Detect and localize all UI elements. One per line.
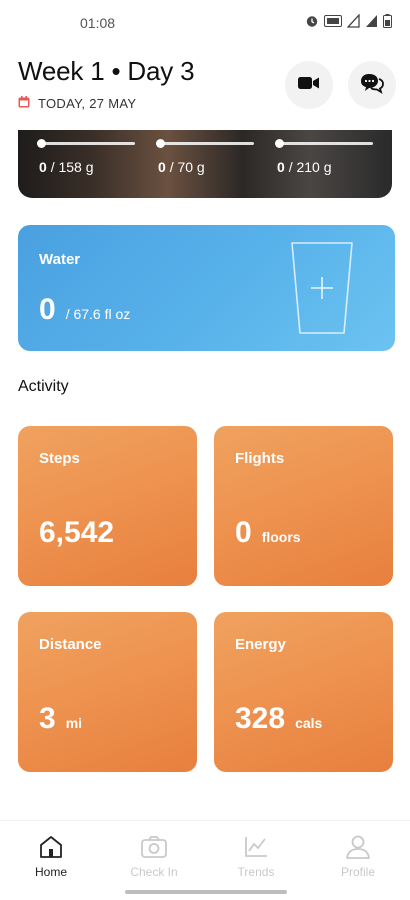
macro-value: 0 / 210 g [277,159,373,175]
macros-card[interactable]: 0 / 158 g 0 / 70 g 0 / 210 g [18,130,392,198]
nav-home[interactable]: Home [15,833,87,879]
nav-trends[interactable]: Trends [220,833,292,879]
macro-progress: 0 / 158 g [37,139,135,175]
tile-value: 0 [235,516,252,549]
alarm-icon [305,14,319,28]
water-target: / 67.6 fl oz [65,306,131,322]
signal-icon [365,14,378,28]
macro-progress: 0 / 70 g [156,139,254,175]
water-amount: 0 / 67.6 fl oz [39,293,130,327]
nav-label: Check In [130,865,178,879]
macro-value: 0 / 70 g [158,159,254,175]
macro-progress-bar [275,139,373,148]
flights-tile[interactable]: Flights 0 floors [214,426,393,586]
macro-current: 0 [277,159,285,175]
nav-label: Home [34,865,67,879]
current-date: TODAY, 27 MAY [38,96,137,111]
tile-unit: cals [295,715,323,731]
water-label: Water [39,251,81,268]
volte-icon [324,14,342,28]
signal-icon [346,13,360,28]
nav-profile[interactable]: Profile [322,833,394,879]
tile-reading: 0 floors [235,516,301,550]
page-title: Week 1 • Day 3 [18,56,195,86]
macro-progress-bar [156,139,254,148]
home-indicator [125,890,287,894]
nav-check-in[interactable]: Check In [118,833,190,879]
tile-label: Energy [235,636,286,653]
video-call-button[interactable] [285,61,333,109]
bottom-nav: Home Check In Trends Profile [0,820,410,900]
macro-target: / 158 g [50,159,94,175]
tile-label: Distance [39,636,102,653]
chat-bubbles-icon [360,72,384,99]
tile-value: 3 [39,702,56,735]
tile-label: Flights [235,450,285,467]
status-icons [305,13,392,28]
camera-icon [118,833,190,861]
macro-progress-bar [37,139,135,148]
person-icon [322,833,394,861]
trend-chart-icon [220,833,292,861]
video-camera-icon [298,75,320,96]
calendar-icon [18,96,30,111]
macro-target: / 70 g [169,159,205,175]
water-current: 0 [39,293,56,326]
tile-value: 328 [235,702,286,735]
tile-reading: 3 mi [39,702,82,736]
macro-current: 0 [39,159,47,175]
status-bar: 01:08 [0,0,410,44]
chat-button[interactable] [348,61,396,109]
nav-label: Trends [237,865,275,879]
home-icon [15,833,87,861]
tile-unit: floors [261,529,301,545]
battery-icon [383,14,392,28]
macro-current: 0 [158,159,166,175]
header: Week 1 • Day 3 TODAY, 27 MAY [18,56,396,120]
cup-icon [291,242,353,334]
tile-unit: mi [65,715,83,731]
tile-reading: 6,542 [39,516,124,550]
plus-icon [311,277,333,299]
macro-progress: 0 / 210 g [275,139,373,175]
activity-title: Activity [18,378,69,395]
tile-value: 6,542 [39,516,115,549]
date-row: TODAY, 27 MAY [18,96,136,111]
water-card[interactable]: Water 0 / 67.6 fl oz [18,225,395,351]
add-water-button[interactable] [289,239,355,342]
distance-tile[interactable]: Distance 3 mi [18,612,197,772]
macro-value: 0 / 158 g [39,159,135,175]
nav-label: Profile [340,865,375,879]
steps-tile[interactable]: Steps 6,542 [18,426,197,586]
tile-reading: 328 cals [235,702,322,736]
macro-target: / 210 g [288,159,332,175]
tile-label: Steps [39,450,80,467]
status-time: 01:08 [80,15,116,31]
energy-tile[interactable]: Energy 328 cals [214,612,393,772]
